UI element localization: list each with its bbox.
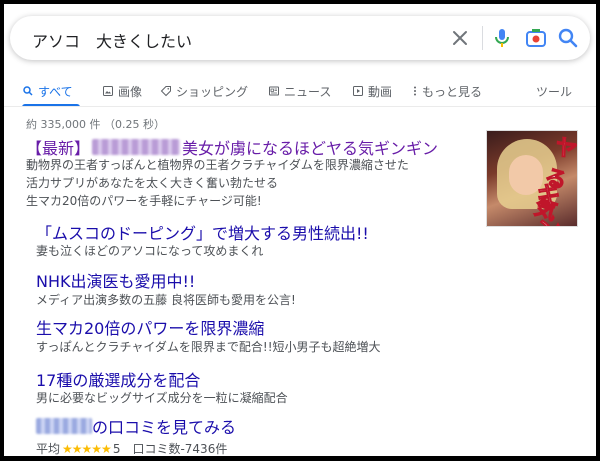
review-count: 口コミ数-7436件 xyxy=(132,442,228,456)
sitelink-title[interactable]: NHK出演医も愛用中!! xyxy=(36,268,195,292)
ad-description-line: 動物界の王者すっぽんと植物界の王者クラチャイダムを限界濃縮させた xyxy=(26,158,409,172)
microphone-icon[interactable] xyxy=(490,26,514,50)
ad-description-line: 生マカ20倍のパワーを手軽にチャージ可能! xyxy=(26,194,262,208)
tabs-divider xyxy=(4,106,596,107)
search-icon[interactable] xyxy=(556,26,580,50)
video-icon xyxy=(353,86,363,96)
tab-images[interactable]: 画像 xyxy=(102,80,142,102)
tab-shopping[interactable]: ショッピング xyxy=(160,80,248,102)
sitelink-title[interactable]: 「ムスコのドーピング」で増大する男性続出!! xyxy=(36,220,369,244)
camera-lens-icon[interactable] xyxy=(524,26,548,50)
search-tabs: すべて 画像 ショッピング ニュース 動画 もっと見る ツール xyxy=(22,80,596,107)
sitelink-title[interactable]: 生マカ20倍のパワーを限界濃縮 xyxy=(36,315,264,339)
review-rating: 平均 ★★★★★ 5 口コミ数-7436件 xyxy=(36,440,228,457)
clear-icon[interactable] xyxy=(448,26,472,50)
search-query[interactable]: アソコ 大きくしたい xyxy=(32,28,192,52)
tab-all[interactable]: すべて xyxy=(22,80,73,102)
result-stats: 約 335,000 件 （0.25 秒） xyxy=(26,118,165,131)
tab-videos-label: 動画 xyxy=(368,84,393,99)
tab-news[interactable]: ニュース xyxy=(268,80,331,102)
sitelink-desc: すっぽんとクラチャイダムを限界まで配合!!短小男子も超絶増大 xyxy=(36,340,381,354)
sitelink-desc: メディア出演多数の五藤 良将医師も愛用を公言! xyxy=(36,293,296,307)
rating-score: 5 xyxy=(112,441,121,456)
star-rating-icon: ★★★★★ xyxy=(62,441,112,456)
rating-label: 平均 xyxy=(36,442,61,456)
tab-videos[interactable]: 動画 xyxy=(352,80,392,102)
news-icon xyxy=(269,86,279,96)
reviews-link[interactable]: の口コミを見てみる xyxy=(36,414,236,438)
tab-images-label: 画像 xyxy=(118,84,143,99)
search-icon xyxy=(23,86,33,96)
tab-shopping-label: ショッピング xyxy=(176,84,249,99)
tab-news-label: ニュース xyxy=(284,84,332,99)
search-bar-divider xyxy=(482,26,483,50)
search-results-page: アソコ 大きくしたい すべて 画像 ショッピング ニュース 動画 もっと見る ツ… xyxy=(4,4,596,456)
image-icon xyxy=(103,86,113,96)
tab-all-label: すべて xyxy=(38,84,73,99)
redacted-brand-name xyxy=(92,139,181,155)
tab-tools[interactable]: ツール xyxy=(536,80,572,102)
search-bar[interactable]: アソコ 大きくしたい xyxy=(10,16,590,60)
ad-description-line: 活力サプリがあなたを太く大きく奮い勃たせる xyxy=(26,176,279,190)
tab-tools-label: ツール xyxy=(536,84,573,99)
more-vert-icon xyxy=(414,86,416,96)
sitelink-desc: 妻も泣くほどのアソコになって攻めまくれ xyxy=(36,244,264,258)
redacted-brand-name xyxy=(36,418,92,434)
tab-more[interactable]: もっと見る xyxy=(412,80,482,102)
sitelink-desc: 男に必要なビッグサイズ成分を一粒に凝縮配合 xyxy=(36,391,288,405)
sitelink-title[interactable]: 17種の厳選成分を配合 xyxy=(36,367,200,391)
tab-more-label: もっと見る xyxy=(422,84,483,99)
reviews-link-label: の口コミを見てみる xyxy=(92,418,237,437)
tag-icon xyxy=(160,86,171,97)
ad-thumbnail[interactable]: ヤる気 ギン xyxy=(486,130,578,227)
thumbnail-caption: ギン xyxy=(537,181,562,227)
